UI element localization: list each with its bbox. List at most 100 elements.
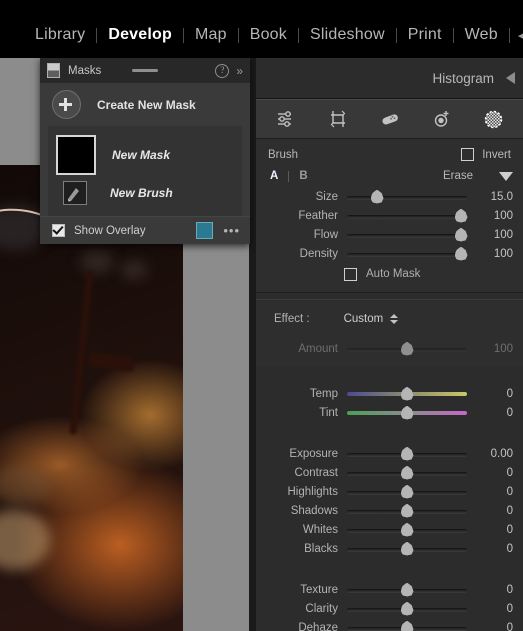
- slider-handle[interactable]: [454, 246, 468, 261]
- slider-track-area[interactable]: [347, 484, 467, 499]
- slider-feather[interactable]: Feather 100: [256, 206, 523, 225]
- slider-value[interactable]: 100: [475, 229, 523, 241]
- slider-contrast[interactable]: Contrast 0: [256, 463, 523, 482]
- slider-track-area[interactable]: [347, 446, 467, 461]
- slider-handle[interactable]: [400, 522, 414, 537]
- down-triangle-icon[interactable]: [499, 171, 513, 181]
- edit-tool-icon[interactable]: [275, 108, 297, 130]
- healing-tool-icon[interactable]: [379, 108, 401, 130]
- slider-track-area[interactable]: [347, 541, 467, 556]
- slider-handle[interactable]: [400, 541, 414, 556]
- module-print[interactable]: Print: [397, 26, 453, 44]
- slider-track-area[interactable]: [347, 227, 468, 242]
- slider-handle[interactable]: [400, 386, 414, 401]
- slider-highlights[interactable]: Highlights 0: [256, 482, 523, 501]
- brush-mode-b[interactable]: B: [299, 170, 307, 182]
- brush-mode-a[interactable]: A: [270, 170, 278, 182]
- module-develop[interactable]: Develop: [97, 26, 183, 44]
- create-new-mask-button[interactable]: Create New Mask: [40, 83, 250, 126]
- module-web[interactable]: Web: [454, 26, 509, 44]
- drag-handle[interactable]: [132, 69, 158, 72]
- slider-handle[interactable]: [400, 405, 414, 420]
- slider-track-area[interactable]: [347, 620, 467, 631]
- slider-value[interactable]: 0: [475, 603, 523, 615]
- slider-track-area[interactable]: [347, 341, 467, 356]
- slider-clarity[interactable]: Clarity 0: [256, 599, 523, 618]
- slider-handle[interactable]: [400, 503, 414, 518]
- show-overlay-checkbox[interactable]: [52, 224, 65, 237]
- slider-temp[interactable]: Temp 0: [256, 384, 523, 403]
- histogram-header[interactable]: Histogram: [256, 58, 523, 99]
- module-slideshow[interactable]: Slideshow: [299, 26, 396, 44]
- masking-tool-icon[interactable]: [483, 108, 505, 130]
- slider-track-area[interactable]: [347, 582, 467, 597]
- slider-flow[interactable]: Flow 100: [256, 225, 523, 244]
- brush-erase-label[interactable]: Erase: [443, 170, 473, 182]
- slider-value[interactable]: 15.0: [475, 191, 523, 203]
- slider-whites[interactable]: Whites 0: [256, 520, 523, 539]
- slider-track-area[interactable]: [347, 386, 467, 401]
- slider-track-area[interactable]: [347, 503, 467, 518]
- slider-handle[interactable]: [400, 484, 414, 499]
- auto-mask-row[interactable]: Auto Mask: [256, 263, 523, 285]
- slider-handle[interactable]: [400, 582, 414, 597]
- collapse-left-triangle-icon[interactable]: [506, 72, 515, 84]
- slider-track-area[interactable]: [347, 465, 467, 480]
- slider-track-area[interactable]: [347, 246, 468, 261]
- invert-checkbox[interactable]: [461, 148, 475, 161]
- mask-thumbnail[interactable]: [56, 135, 96, 175]
- overlay-options-menu-icon[interactable]: •••: [223, 224, 240, 237]
- effect-preset-value[interactable]: Custom: [344, 313, 384, 325]
- module-map[interactable]: Map: [184, 26, 238, 44]
- slider-value[interactable]: 0: [475, 584, 523, 596]
- crop-tool-icon[interactable]: [327, 108, 349, 130]
- auto-mask-checkbox[interactable]: [344, 267, 357, 281]
- slider-density[interactable]: Density 100: [256, 244, 523, 263]
- slider-handle[interactable]: [454, 227, 468, 242]
- slider-track-area[interactable]: [347, 405, 467, 420]
- slider-handle[interactable]: [454, 208, 468, 223]
- brush-thumbnail-icon[interactable]: [63, 181, 87, 205]
- red-eye-tool-icon[interactable]: [431, 108, 453, 130]
- slider-blacks[interactable]: Blacks 0: [256, 539, 523, 558]
- slider-value[interactable]: 100: [475, 343, 523, 355]
- slider-dehaze[interactable]: Dehaze 0: [256, 618, 523, 631]
- slider-handle[interactable]: [400, 601, 414, 616]
- panel-toggle-icon[interactable]: [47, 63, 60, 78]
- slider-track-area[interactable]: [347, 208, 468, 223]
- slider-shadows[interactable]: Shadows 0: [256, 501, 523, 520]
- module-book[interactable]: Book: [239, 26, 298, 44]
- masks-panel-header[interactable]: Masks ? »: [40, 58, 250, 83]
- module-library[interactable]: Library: [24, 26, 96, 44]
- slider-texture[interactable]: Texture 0: [256, 580, 523, 599]
- slider-handle[interactable]: [370, 189, 384, 204]
- mask-list-item-new-mask[interactable]: New Mask: [48, 132, 242, 178]
- slider-handle[interactable]: [400, 446, 414, 461]
- slider-value[interactable]: 0.00: [475, 448, 523, 460]
- slider-value[interactable]: 0: [475, 524, 523, 536]
- slider-track-area[interactable]: [347, 189, 467, 204]
- slider-value[interactable]: 100: [475, 210, 523, 222]
- slider-value[interactable]: 100: [475, 248, 523, 260]
- slider-track-area[interactable]: [347, 601, 467, 616]
- effect-preset-row[interactable]: Effect : Custom: [256, 308, 523, 330]
- slider-value[interactable]: 0: [475, 388, 523, 400]
- mask-list-item-new-brush[interactable]: New Brush: [48, 178, 242, 208]
- slider-tint[interactable]: Tint 0: [256, 403, 523, 422]
- help-icon[interactable]: ?: [215, 63, 230, 78]
- slider-size[interactable]: Size 15.0: [256, 187, 523, 206]
- slider-handle[interactable]: [400, 341, 414, 356]
- slider-value[interactable]: 0: [475, 467, 523, 479]
- plus-icon[interactable]: [52, 90, 81, 119]
- slider-value[interactable]: 0: [475, 407, 523, 419]
- module-overflow-indicator[interactable]: ◂: [510, 26, 523, 44]
- slider-amount[interactable]: Amount 100: [256, 339, 523, 358]
- slider-value[interactable]: 0: [475, 486, 523, 498]
- collapse-panel-icon[interactable]: »: [236, 65, 243, 77]
- slider-track-area[interactable]: [347, 522, 467, 537]
- slider-value[interactable]: 0: [475, 543, 523, 555]
- slider-value[interactable]: 0: [475, 505, 523, 517]
- slider-value[interactable]: 0: [475, 622, 523, 631]
- show-overlay-row[interactable]: Show Overlay •••: [40, 216, 250, 244]
- slider-exposure[interactable]: Exposure 0.00: [256, 444, 523, 463]
